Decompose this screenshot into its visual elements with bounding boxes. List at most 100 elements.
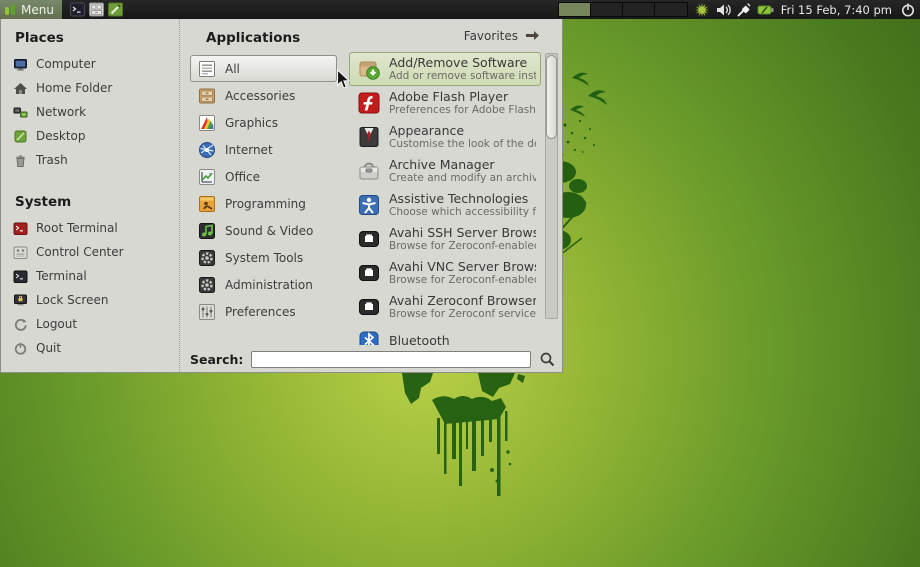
places-item-label: Home Folder [36,81,112,95]
places-item-trash[interactable]: Trash [13,148,179,172]
category-label: All [225,62,240,76]
internet-icon [197,140,217,160]
category-internet[interactable]: Internet [190,136,337,163]
favorites-label: Favorites [464,29,518,43]
app-desc: Choose which accessibility featu... [389,206,536,219]
categories-column: Applications All [180,19,347,346]
app-name: Avahi VNC Server Browser [389,259,536,275]
search-input[interactable] [251,351,531,368]
app-name: Bluetooth [389,333,450,345]
network-port-icon [357,261,381,285]
places-item-label: Desktop [36,129,86,143]
panel-clock[interactable]: Fri 15 Feb, 7:40 pm [781,3,892,17]
all-apps-icon [197,59,217,79]
places-item-home-folder[interactable]: Home Folder [13,76,179,100]
system-header: System [15,194,179,210]
category-administration[interactable]: Administration [190,271,337,298]
app-item-archive-manager[interactable]: Archive Manager Create and modify an arc… [349,154,541,188]
network-port-icon [357,227,381,251]
system-item-lock-screen[interactable]: Lock Screen [13,288,179,312]
graphics-icon [197,113,217,133]
places-item-network[interactable]: Network [13,100,179,124]
control-center-icon [13,245,28,260]
category-label: Accessories [225,89,295,103]
category-label: Internet [225,143,273,157]
workspace-2[interactable] [591,3,623,16]
workspace-4[interactable] [655,3,687,16]
app-item-avahi-ssh-server-browser[interactable]: Avahi SSH Server Browser Browse for Zero… [349,222,541,256]
logout-icon [13,317,28,332]
workspace-3[interactable] [623,3,655,16]
text-editor-launcher-icon[interactable] [108,2,123,17]
system-item-control-center[interactable]: Control Center [13,240,179,264]
app-desc: Browse for Zeroconf-enabled SS... [389,240,536,253]
system-item-label: Lock Screen [36,293,108,307]
main-menu-popup: Places Computer Home Folder [0,19,563,373]
category-label: System Tools [225,251,303,265]
update-manager-icon[interactable] [694,2,710,18]
app-name: Adobe Flash Player [389,89,536,105]
applications-header: Applications [206,30,337,46]
battery-icon[interactable] [757,2,775,18]
category-graphics[interactable]: Graphics [190,109,337,136]
administration-icon [197,275,217,295]
scrollbar-thumb[interactable] [546,55,557,139]
category-system-tools[interactable]: System Tools [190,244,337,271]
volume-icon[interactable] [715,2,731,18]
lock-screen-icon [13,293,28,308]
system-item-root-terminal[interactable]: Root Terminal [13,216,179,240]
search-icon[interactable] [539,351,556,368]
app-name: Avahi Zeroconf Browser [389,293,536,309]
app-item-bluetooth[interactable]: Bluetooth [349,324,541,345]
category-programming[interactable]: Programming [190,190,337,217]
shutdown-icon[interactable] [900,1,916,18]
app-list-scrollbar[interactable] [545,53,558,319]
network-plug-icon[interactable] [736,2,752,18]
package-icon [357,57,381,81]
system-item-logout[interactable]: Logout [13,312,179,336]
favorites-arrow-icon [525,30,540,41]
workspace-switcher[interactable] [558,2,688,17]
system-item-label: Root Terminal [36,221,118,235]
app-item-avahi-vnc-server-browser[interactable]: Avahi VNC Server Browser Browse for Zero… [349,256,541,290]
office-icon [197,167,217,187]
category-label: Graphics [225,116,278,130]
file-manager-launcher-icon[interactable] [89,2,104,17]
system-item-quit[interactable]: Quit [13,336,179,360]
app-item-adobe-flash-player[interactable]: Adobe Flash Player Preferences for Adobe… [349,86,541,120]
search-bar: Search: [180,346,562,372]
places-item-label: Network [36,105,86,119]
workspace-1[interactable] [559,3,591,16]
app-desc: Add or remove software installe... [389,70,536,83]
category-label: Preferences [225,305,296,319]
category-office[interactable]: Office [190,163,337,190]
category-label: Office [225,170,260,184]
computer-icon [13,57,28,72]
app-item-assistive-technologies[interactable]: Assistive Technologies Choose which acce… [349,188,541,222]
category-label: Sound & Video [225,224,313,238]
mint-logo-icon [4,3,17,16]
app-item-avahi-zeroconf-browser[interactable]: Avahi Zeroconf Browser Browse for Zeroco… [349,290,541,324]
terminal-launcher-icon[interactable] [70,2,85,17]
menu-button[interactable]: Menu [0,0,62,19]
panel-launchers [70,2,123,17]
places-item-computer[interactable]: Computer [13,52,179,76]
app-name: Appearance [389,123,536,139]
home-icon [13,81,28,96]
places-header: Places [15,30,179,46]
category-accessories[interactable]: Accessories [190,82,337,109]
category-all[interactable]: All [190,55,337,82]
menu-button-label: Menu [21,3,54,17]
category-preferences[interactable]: Preferences [190,298,337,325]
app-item-add-remove-software[interactable]: Add/Remove Software Add or remove softwa… [349,52,541,86]
app-name: Add/Remove Software [389,55,536,71]
sound-video-icon [197,221,217,241]
favorites-toggle[interactable]: Favorites [347,19,562,52]
app-desc: Browse for Zeroconf-enabled VN... [389,274,536,287]
places-item-desktop[interactable]: Desktop [13,124,179,148]
category-sound-video[interactable]: Sound & Video [190,217,337,244]
app-desc: Browse for Zeroconf services a... [389,308,536,321]
system-item-terminal[interactable]: Terminal [13,264,179,288]
app-item-appearance[interactable]: Appearance Customise the look of the des… [349,120,541,154]
accessories-icon [197,86,217,106]
